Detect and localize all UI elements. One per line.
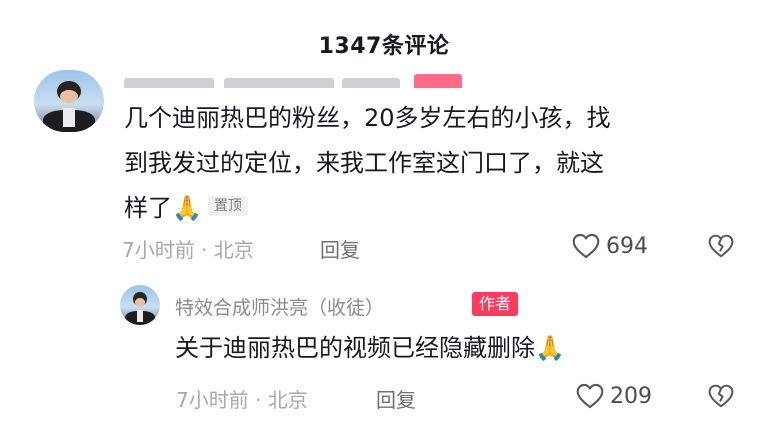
like-button[interactable]: 694 xyxy=(572,233,648,259)
reply-avatar[interactable] xyxy=(120,285,160,325)
reply-button[interactable]: 回复 xyxy=(320,234,360,263)
clipped-name-fragment xyxy=(342,78,400,88)
author-badge: 作者 xyxy=(472,292,519,316)
comment-count-title: 1347条评论 xyxy=(318,34,450,59)
broken-heart-icon xyxy=(708,384,734,408)
reply-body[interactable]: 关于迪丽热巴的视频已经隐藏删除🙏 xyxy=(175,330,565,366)
heart-outline-icon xyxy=(576,383,604,409)
avatar[interactable] xyxy=(34,70,104,132)
comment-body[interactable]: 几个迪丽热巴的粉丝，20多岁左右的小孩，找 到我发过的定位，来我工作室这门口了，… xyxy=(124,96,744,231)
like-count: 694 xyxy=(606,233,648,259)
clipped-name-fragment xyxy=(124,78,214,88)
broken-heart-icon xyxy=(708,234,734,258)
comment-line: 样了🙏 置顶 xyxy=(124,186,744,231)
clipped-name-fragment xyxy=(224,78,334,88)
reply-dislike-button[interactable] xyxy=(708,384,734,408)
reply-like-button[interactable]: 209 xyxy=(576,383,652,409)
avatar-face xyxy=(59,89,79,104)
comment-time-location: 7小时前 · 北京 xyxy=(122,238,254,262)
comment-line: 到我发过的定位，来我工作室这门口了，就这 xyxy=(124,149,604,177)
reply-button[interactable]: 回复 xyxy=(376,384,416,413)
heart-outline-icon xyxy=(572,233,600,259)
reply-author-name[interactable]: 特效合成师洪亮（收徒） xyxy=(175,293,384,320)
comment-line: 几个迪丽热巴的粉丝，20多岁左右的小孩，找 xyxy=(124,104,611,132)
pinned-badge: 置顶 xyxy=(207,196,248,216)
reply-text: 关于迪丽热巴的视频已经隐藏删除 xyxy=(175,334,535,362)
avatar-face xyxy=(134,297,146,307)
comment-line-text: 样了 xyxy=(124,194,172,222)
folded-hands-emoji-icon: 🙏 xyxy=(535,334,565,362)
like-count: 209 xyxy=(610,383,652,409)
avatar-shirt xyxy=(136,309,144,322)
folded-hands-emoji-icon: 🙏 xyxy=(172,194,202,222)
reply-time-location: 7小时前 · 北京 xyxy=(176,388,308,412)
avatar-shirt xyxy=(63,108,75,128)
dislike-button[interactable] xyxy=(708,234,734,258)
clipped-author-tag xyxy=(414,74,462,88)
clipped-username xyxy=(124,66,464,88)
